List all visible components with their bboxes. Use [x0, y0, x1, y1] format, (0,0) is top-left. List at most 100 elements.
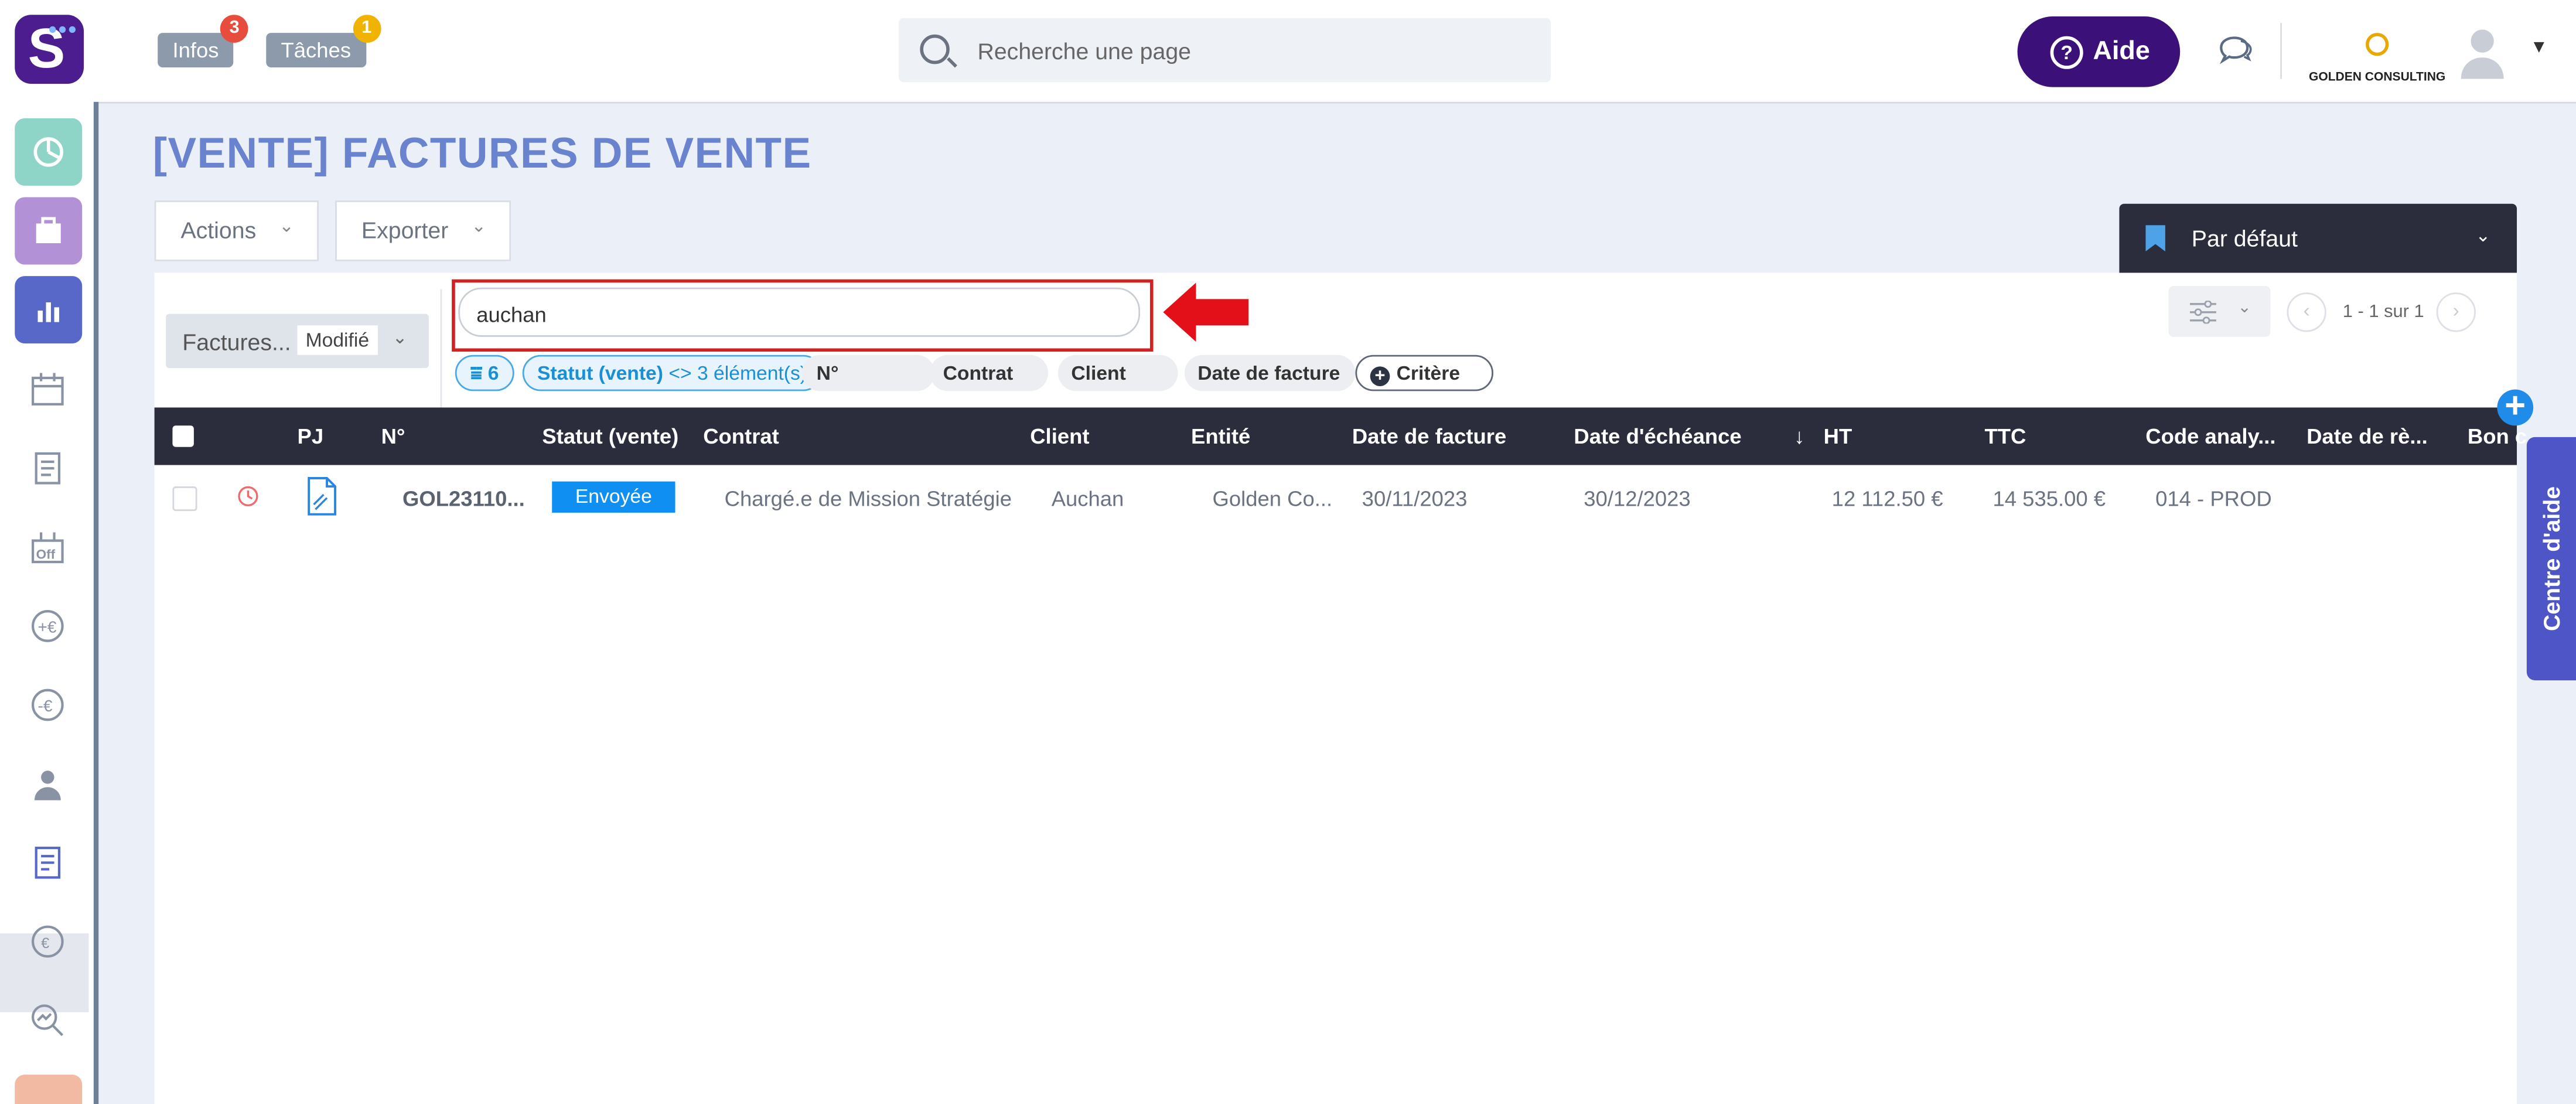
user-menu-chevron-down-icon[interactable]: ▼ — [2530, 38, 2548, 57]
chevron-down-icon: ⌄ — [392, 328, 408, 349]
clock-alert-icon — [238, 486, 258, 506]
chip-statut[interactable]: Statut (vente) <> 3 élément(s) — [522, 355, 822, 391]
col-date-echeance[interactable]: Date d'échéance — [1574, 424, 1741, 448]
svg-text:Off: Off — [36, 547, 56, 561]
sidebar-item-gift[interactable] — [15, 1074, 83, 1104]
off-icon[interactable]: Off — [28, 527, 67, 567]
view-preset-dropdown[interactable]: Par défaut ⌄ — [2119, 203, 2517, 273]
chevron-down-icon: ⌄ — [279, 217, 294, 237]
question-icon: ? — [2050, 36, 2083, 69]
filter-count: 6 — [487, 361, 499, 385]
svg-text:+€: +€ — [37, 618, 56, 636]
col-code-analytique[interactable]: Code analy... — [2145, 424, 2275, 448]
row-contrat: Chargé.e de Mission Stratégie — [724, 486, 1012, 512]
exporter-dropdown[interactable]: Exporter ⌄ — [335, 200, 511, 261]
invoice-list-icon[interactable] — [28, 449, 67, 488]
col-numero[interactable]: N° — [381, 424, 405, 448]
bar-chart-icon — [37, 302, 59, 322]
red-arrow-annotation — [1163, 282, 1249, 342]
row-entite: Golden Co... — [1212, 486, 1333, 512]
row-ttc: 14 535.00 € — [1992, 486, 2106, 512]
bookmark-icon — [2145, 225, 2165, 252]
chip-date-facture[interactable]: Date de facture — [1184, 355, 1356, 391]
select-all-checkbox[interactable] — [172, 425, 194, 447]
search-icon — [920, 34, 950, 64]
sidebar-item-missions[interactable] — [15, 197, 83, 265]
column-settings-button[interactable]: ⌄ — [2168, 285, 2271, 337]
header-divider — [2280, 23, 2282, 79]
row-client: Auchan — [1051, 486, 1124, 512]
sales-invoice-icon[interactable] — [28, 843, 67, 882]
consultant-icon[interactable] — [28, 764, 67, 803]
col-ht[interactable]: HT — [1824, 424, 1852, 448]
col-entite[interactable]: Entité — [1191, 424, 1250, 448]
chat-icon[interactable] — [2218, 35, 2254, 64]
analytics-icon[interactable] — [28, 1001, 67, 1040]
preset-label: Par défaut — [2191, 225, 2298, 252]
pagination-text: 1 - 1 sur 1 — [2342, 302, 2424, 322]
add-column-plus-button[interactable]: + — [2497, 387, 2534, 426]
col-date-facture[interactable]: Date de facture — [1352, 424, 1506, 448]
table-header: PJ N° Statut (vente) Contrat Client Enti… — [154, 407, 2527, 465]
global-search-input[interactable] — [974, 31, 1523, 71]
prev-page-button[interactable]: ‹ — [2287, 292, 2326, 332]
row-numero[interactable]: GOL23110... — [402, 486, 525, 511]
chip-numero[interactable]: N° — [801, 355, 935, 391]
chip-statut-value: <> 3 élément(s) — [663, 361, 807, 385]
sliders-icon — [2189, 301, 2216, 324]
col-ttc[interactable]: TTC — [1984, 424, 2026, 448]
minus-euro-icon[interactable]: -€ — [28, 685, 67, 724]
sidebar: Off +€ -€ € — [0, 101, 99, 1104]
col-pj[interactable]: PJ — [298, 424, 324, 448]
app-logo[interactable]: S — [15, 15, 84, 84]
briefcase-icon — [36, 217, 61, 244]
saved-filter-name: Factures... — [182, 328, 291, 355]
company-logo-icon — [2366, 33, 2389, 56]
help-center-tab[interactable]: Centre d'aide — [2526, 437, 2576, 680]
filter-divider — [440, 289, 442, 408]
col-bon-commande[interactable]: Bon c — [2468, 424, 2527, 448]
chip-contrat[interactable]: Contrat — [930, 355, 1049, 391]
plus-euro-icon[interactable]: +€ — [28, 606, 67, 646]
status-badge: Envoyée — [552, 481, 675, 513]
sidebar-item-reporting[interactable] — [15, 276, 83, 344]
actions-dropdown[interactable]: Actions ⌄ — [154, 200, 319, 261]
next-page-button[interactable]: › — [2436, 292, 2476, 332]
saved-filter-selector[interactable]: Factures... Modifié ⌄ — [166, 314, 429, 369]
list-search — [458, 287, 1141, 337]
add-criterion-button[interactable]: + Critère — [1355, 355, 1494, 391]
infos-button[interactable]: Infos 3 — [158, 15, 248, 67]
infos-count-badge: 3 — [220, 15, 248, 43]
list-search-input[interactable] — [473, 297, 1104, 330]
calendar-icon[interactable] — [28, 370, 67, 409]
list-panel: Factures... Modifié ⌄ ⩸ 6 Statut (vente)… — [154, 272, 2527, 1104]
page-title: [VENTE] FACTURES DE VENTE — [152, 128, 812, 178]
attachment-document-icon[interactable] — [306, 476, 339, 516]
svg-text:€: € — [41, 935, 49, 952]
svg-text:-€: -€ — [37, 697, 52, 715]
sort-desc-arrow-icon[interactable]: ↓ — [1794, 424, 1804, 448]
row-checkbox[interactable] — [172, 486, 197, 512]
aide-button[interactable]: ? Aide — [2017, 16, 2181, 87]
chip-client[interactable]: Client — [1057, 355, 1178, 391]
col-contrat[interactable]: Contrat — [703, 424, 779, 448]
col-date-reglement[interactable]: Date de rè... — [2307, 424, 2428, 448]
dashboard-icon — [33, 137, 63, 167]
col-statut[interactable]: Statut (vente) — [542, 424, 678, 448]
row-code-analytique: 014 - PROD — [2155, 486, 2272, 512]
help-center-label: Centre d'aide — [2538, 486, 2565, 632]
company-switcher[interactable]: GOLDEN CONSULTING — [2307, 33, 2448, 88]
filter-count-chip[interactable]: ⩸ 6 — [455, 355, 514, 391]
user-avatar[interactable] — [2458, 26, 2507, 79]
taches-count-badge: 1 — [352, 15, 381, 43]
table-row[interactable]: GOL23110... Envoyée Chargé.e de Mission … — [155, 465, 2517, 531]
exporter-label: Exporter — [361, 217, 449, 244]
euro-cycle-icon[interactable]: € — [28, 922, 67, 961]
taches-button[interactable]: Tâches 1 — [266, 15, 381, 67]
aide-label: Aide — [2093, 38, 2150, 66]
plus-circle-icon: + — [1370, 366, 1390, 386]
taches-label: Tâches — [281, 38, 352, 63]
sidebar-item-dashboard[interactable] — [15, 118, 83, 186]
saved-filter-state-badge: Modifié — [297, 325, 378, 355]
col-client[interactable]: Client — [1030, 424, 1089, 448]
